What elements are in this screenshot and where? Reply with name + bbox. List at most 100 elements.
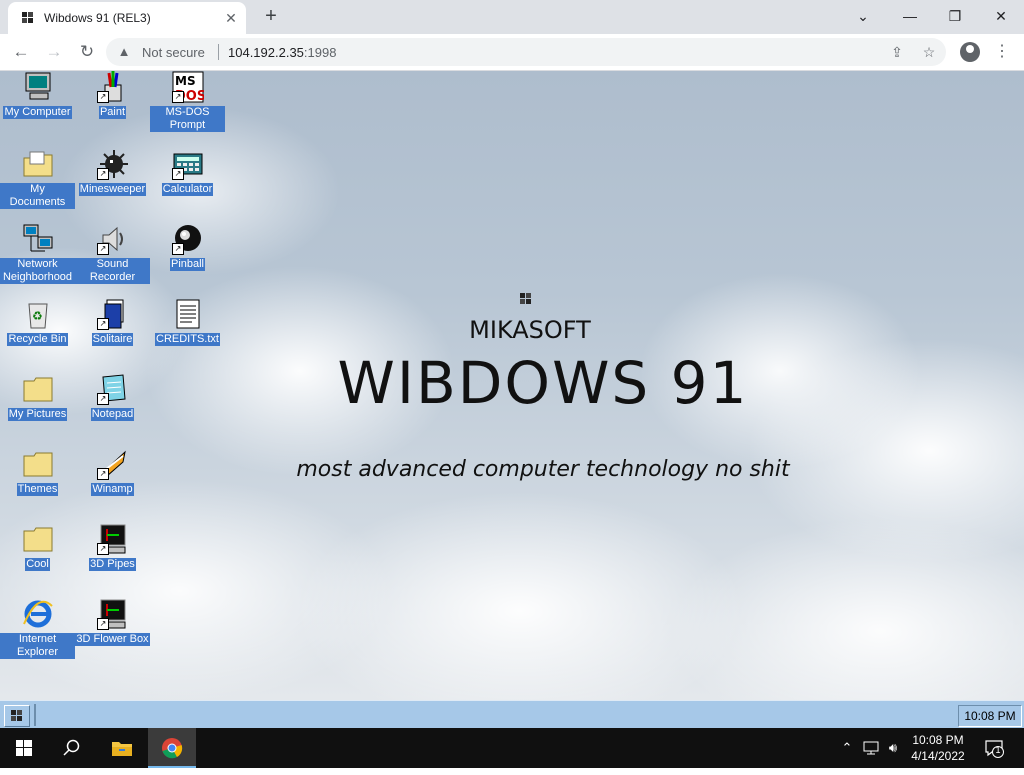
url-host: 104.192.2.35 xyxy=(228,45,304,60)
volume-icon[interactable]: 🔊︎ xyxy=(884,738,902,758)
new-tab-button[interactable]: + xyxy=(260,6,282,28)
shortcut-arrow-icon: ↗ xyxy=(172,243,184,255)
warning-icon[interactable]: ▲ xyxy=(116,43,132,59)
brand-company: MIKASOFT xyxy=(469,316,591,344)
shortcut-arrow-icon: ↗ xyxy=(97,618,109,630)
desktop-icon-minesweeper[interactable]: ↗ Minesweeper xyxy=(75,148,150,223)
desktop[interactable]: My Computer ↗ Paint MS DOS ↗ MS-DOS Promp… xyxy=(0,71,1024,700)
icon-label: Network Neighborhood xyxy=(0,258,75,284)
desktop-icon-3d-flower-box[interactable]: ↗ 3D Flower Box xyxy=(75,598,150,673)
chrome-taskbar-button[interactable] xyxy=(148,728,196,768)
shortcut-arrow-icon: ↗ xyxy=(97,168,109,180)
taskbar-divider xyxy=(34,704,36,726)
restore-button[interactable]: ❐ xyxy=(940,4,970,28)
forward-button[interactable]: → xyxy=(42,40,66,64)
tab-title: Wibdows 91 (REL3) xyxy=(44,11,151,25)
desktop-icon-internet-explorer[interactable]: Internet Explorer xyxy=(0,598,75,673)
share-icon[interactable]: ⇪ xyxy=(888,43,906,61)
system-clock[interactable]: 10:08 PM 4/14/2022 xyxy=(904,732,972,764)
icon-label: Calculator xyxy=(161,183,214,196)
icon-label: Themes xyxy=(16,483,59,496)
speaker-icon: ↗ xyxy=(97,223,129,255)
shortcut-arrow-icon: ↗ xyxy=(97,243,109,255)
address-bar[interactable]: ▲ Not secure 104.192.2.35:1998 ⇪ ☆ xyxy=(106,38,946,66)
desktop-icon-msdos[interactable]: MS DOS ↗ MS-DOS Prompt xyxy=(150,71,225,146)
shortcut-arrow-icon: ↗ xyxy=(97,468,109,480)
shortcut-arrow-icon: ↗ xyxy=(97,318,109,330)
back-button[interactable]: ← xyxy=(9,40,33,64)
desktop-icon-3d-pipes[interactable]: ↗ 3D Pipes xyxy=(75,523,150,598)
url-text[interactable]: 104.192.2.35:1998 xyxy=(228,45,336,60)
minimize-button[interactable]: — xyxy=(895,4,925,28)
close-tab-icon[interactable]: ✕ xyxy=(222,9,240,27)
search-button[interactable] xyxy=(48,728,96,768)
windows-logo-icon xyxy=(16,740,32,756)
desktop-icon-sound-recorder[interactable]: ↗ Sound Recorder xyxy=(75,223,150,298)
security-label[interactable]: Not secure xyxy=(142,45,205,60)
screensaver-icon: ↗ xyxy=(97,598,129,630)
windows-start-button[interactable] xyxy=(0,728,48,768)
brand-tagline: most advanced computer technology no shi… xyxy=(296,457,790,482)
profile-avatar-icon[interactable] xyxy=(960,42,980,62)
notepad-icon: ↗ xyxy=(97,373,129,405)
icon-label: Cool xyxy=(25,558,50,571)
icon-label: My Pictures xyxy=(7,408,68,421)
wibdows-favicon-icon xyxy=(20,11,36,25)
desktop-icon-cool[interactable]: Cool xyxy=(0,523,75,598)
desktop-icon-notepad[interactable]: ↗ Notepad xyxy=(75,373,150,448)
desktop-icon-network[interactable]: Network Neighborhood xyxy=(0,223,75,298)
desktop-icon-recycle-bin[interactable]: ♻ Recycle Bin xyxy=(0,298,75,373)
icon-label: Solitaire xyxy=(91,333,134,346)
icon-label: CREDITS.txt xyxy=(155,333,220,346)
notification-center-icon[interactable]: 1 xyxy=(984,738,1004,758)
chrome-icon xyxy=(162,738,183,759)
desktop-icon-my-pictures[interactable]: My Pictures xyxy=(0,373,75,448)
desktop-icon-solitaire[interactable]: ↗ Solitaire xyxy=(75,298,150,373)
close-window-button[interactable]: ✕ xyxy=(986,4,1016,28)
bookmark-star-icon[interactable]: ☆ xyxy=(920,43,938,61)
wibdows-taskbar: 10:08 PM xyxy=(0,700,1024,729)
shortcut-arrow-icon: ↗ xyxy=(97,543,109,555)
browser-tab-bar: Wibdows 91 (REL3) ✕ + ⌄ — ❐ ✕ xyxy=(0,0,1024,34)
desktop-icon-pinball[interactable]: ↗ Pinball xyxy=(150,223,225,298)
desktop-icon-winamp[interactable]: ↗ Winamp xyxy=(75,448,150,523)
wibdows-start-button[interactable] xyxy=(4,705,30,727)
folder-icon xyxy=(22,523,54,555)
icon-label: Notepad xyxy=(90,408,135,421)
wibdows-logo-icon xyxy=(518,292,534,306)
file-explorer-button[interactable] xyxy=(98,728,146,768)
clock-time: 10:08 PM xyxy=(912,733,964,747)
browser-menu-icon[interactable]: ⋮ xyxy=(994,40,1010,64)
network-icon xyxy=(22,223,54,255)
notification-count: 1 xyxy=(995,745,1001,755)
shortcut-arrow-icon: ↗ xyxy=(172,91,184,103)
icon-label: MS-DOS Prompt xyxy=(150,106,225,132)
file-explorer-icon xyxy=(112,742,132,756)
calculator-icon: ↗ xyxy=(172,148,204,180)
reload-button[interactable]: ↻ xyxy=(75,40,99,64)
icon-label: 3D Flower Box xyxy=(75,633,150,646)
browser-tab[interactable]: Wibdows 91 (REL3) ✕ xyxy=(8,2,246,34)
icon-label: My Documents xyxy=(0,183,75,209)
icon-label: Internet Explorer xyxy=(0,633,75,659)
tab-search-chevron-icon[interactable]: ⌄ xyxy=(848,4,878,28)
screensaver-icon: ↗ xyxy=(97,523,129,555)
icon-label: 3D Pipes xyxy=(89,558,136,571)
pinball-icon: ↗ xyxy=(172,223,204,255)
winamp-icon: ↗ xyxy=(97,448,129,480)
desktop-icon-calculator[interactable]: ↗ Calculator xyxy=(150,148,225,223)
desktop-icon-themes[interactable]: Themes xyxy=(0,448,75,523)
desktop-icon-paint[interactable]: ↗ Paint xyxy=(75,71,150,146)
svg-text:♻: ♻ xyxy=(32,309,43,323)
computer-icon xyxy=(22,71,54,103)
folder-icon xyxy=(22,448,54,480)
show-hidden-icons-chevron-icon[interactable]: ⌃ xyxy=(838,738,856,758)
wibdows-clock[interactable]: 10:08 PM xyxy=(958,705,1022,727)
desktop-icon-my-computer[interactable]: My Computer xyxy=(0,71,75,146)
shortcut-arrow-icon: ↗ xyxy=(97,91,109,103)
icon-label: Winamp xyxy=(91,483,134,496)
desktop-icon-my-documents[interactable]: My Documents xyxy=(0,148,75,223)
url-port: :1998 xyxy=(303,45,337,60)
network-status-icon[interactable] xyxy=(862,738,880,758)
icon-label: Sound Recorder xyxy=(75,258,150,284)
